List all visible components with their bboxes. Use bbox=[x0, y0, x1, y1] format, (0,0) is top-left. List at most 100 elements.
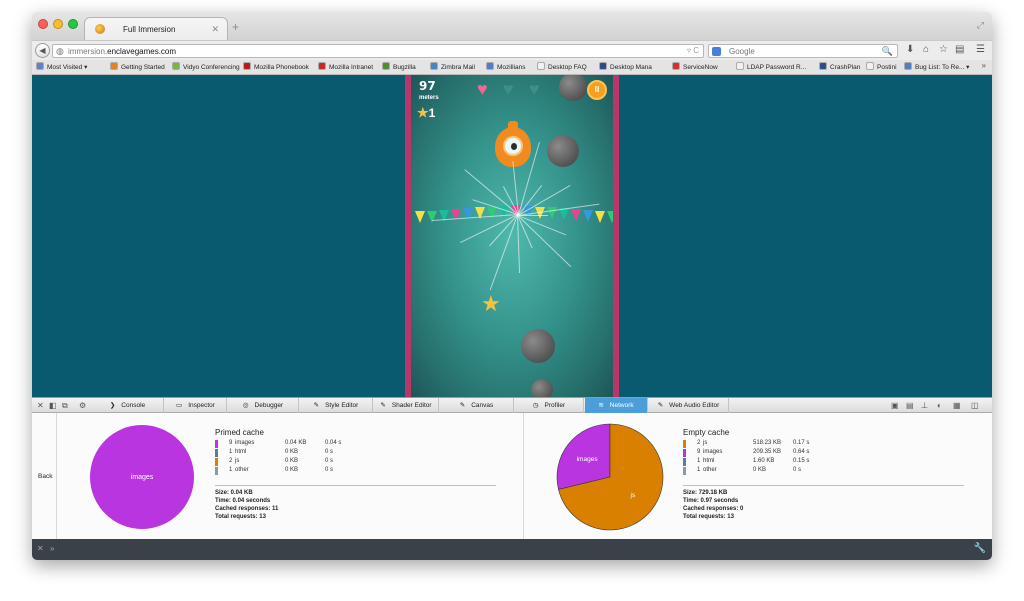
devtools-tab-web-audio-editor[interactable]: ✎ Web Audio Editor bbox=[649, 398, 729, 413]
empty-cached-responses: Cached responses: 0 bbox=[683, 506, 744, 512]
screenshot-icon[interactable]: ▦ bbox=[953, 400, 961, 411]
bookmark-item[interactable]: Most Visited ▾ bbox=[36, 62, 87, 71]
bookmark-label: Bug List: To Re... ▾ bbox=[915, 64, 970, 71]
downloads-icon[interactable]: ⬇ bbox=[906, 44, 914, 55]
maximize-window-button[interactable] bbox=[68, 19, 78, 29]
legend-time: 0.04 s bbox=[325, 440, 342, 446]
bookmark-item[interactable]: Mozilla Intranet bbox=[318, 62, 373, 71]
bookmark-item[interactable]: Vidyo Conferencing bbox=[172, 62, 240, 71]
toggle-layout-icon[interactable]: ◫ bbox=[971, 400, 979, 411]
command-prompt-icon[interactable]: » bbox=[50, 544, 54, 553]
devtools-tab-canvas[interactable]: ✎ Canvas bbox=[440, 398, 514, 413]
bookmark-star-icon[interactable]: ☆ bbox=[939, 44, 948, 55]
bookmark-label: LDAP Password R... bbox=[747, 64, 807, 71]
search-icon[interactable]: 🔍 bbox=[882, 46, 893, 57]
split-console-icon[interactable]: ▤ bbox=[906, 400, 914, 411]
game-canvas[interactable]: 97 meters ★1 ♥ ♥ ♥ II ★ bbox=[405, 75, 619, 397]
firefox-favicon-icon bbox=[95, 24, 105, 34]
dock-side-icon[interactable]: ◧ bbox=[49, 400, 57, 411]
devtools-tab-network[interactable]: ≋ Network bbox=[585, 398, 648, 413]
settings-gear-icon[interactable]: ⚙ bbox=[79, 400, 86, 411]
bookmark-item[interactable]: Mozilla Phonebook bbox=[243, 62, 309, 71]
bookmark-favicon-icon bbox=[866, 62, 874, 70]
tab-close-icon[interactable]: ✕ bbox=[211, 24, 219, 35]
new-tab-button[interactable]: + bbox=[232, 21, 239, 33]
tab-icon: ✎ bbox=[380, 402, 386, 409]
bookmark-item[interactable]: Bugzilla bbox=[382, 62, 416, 71]
tab-full-immersion[interactable]: Full Immersion ✕ bbox=[84, 17, 228, 40]
tab-label: Debugger bbox=[254, 402, 284, 409]
bookmark-item[interactable]: Zimbra Mail bbox=[430, 62, 475, 71]
paint-flashing-icon[interactable]: ⊥ bbox=[921, 400, 928, 411]
minimize-window-button[interactable] bbox=[53, 19, 63, 29]
back-button[interactable]: Back bbox=[38, 473, 52, 480]
bunting-flag bbox=[583, 209, 593, 222]
bookmark-favicon-icon bbox=[243, 62, 251, 70]
search-placeholder: Google bbox=[729, 47, 755, 56]
divider bbox=[683, 485, 964, 486]
bookmark-item[interactable]: CrashPlan bbox=[819, 62, 860, 71]
legend-size: 0 KB bbox=[285, 449, 299, 455]
devtools-tab-inspector[interactable]: ▭ Inspector bbox=[165, 398, 227, 413]
legend-row: 2 js 0 KB 0 s bbox=[215, 458, 385, 467]
search-bar[interactable]: Google 🔍 bbox=[708, 44, 898, 58]
close-icon[interactable]: ✕ bbox=[37, 544, 44, 553]
stars-count: 1 bbox=[428, 106, 436, 120]
legend-size: 0 KB bbox=[753, 467, 767, 473]
responsive-mode-icon[interactable]: ▣ bbox=[891, 400, 899, 411]
reload-icon[interactable]: ▿ C bbox=[687, 46, 699, 55]
close-devtools-icon[interactable]: ✕ bbox=[37, 400, 44, 411]
legend-size: 1.60 KB bbox=[753, 458, 775, 464]
collectible-star-icon: ★ bbox=[481, 291, 501, 316]
bookmark-item[interactable]: Mozillians bbox=[486, 62, 526, 71]
bookmark-favicon-icon bbox=[430, 62, 438, 70]
bookmark-label: Mozilla Phonebook bbox=[254, 64, 309, 71]
bookmark-favicon-icon bbox=[110, 62, 118, 70]
bookmark-item[interactable]: Postini bbox=[866, 62, 897, 71]
bookmarks-overflow-icon[interactable]: » bbox=[982, 61, 986, 70]
legend-type: images bbox=[703, 449, 723, 455]
life-heart-empty-icon: ♥ bbox=[503, 79, 514, 99]
menu-icon[interactable]: ☰ bbox=[976, 44, 985, 55]
legend-type: images bbox=[235, 440, 255, 446]
star-icon: ★ bbox=[417, 105, 429, 120]
url-bar[interactable]: ◍ immersion.enclavegames.com ▿ C bbox=[52, 44, 704, 58]
bookmark-item[interactable]: Getting Started bbox=[110, 62, 165, 71]
bookmark-item[interactable]: Bug List: To Re... ▾ bbox=[904, 62, 969, 71]
legend-swatch bbox=[683, 440, 686, 448]
bookmark-favicon-icon bbox=[819, 62, 827, 70]
distance-score: 97 bbox=[419, 79, 436, 93]
close-window-button[interactable] bbox=[38, 19, 48, 29]
devtools-tab-console[interactable]: ❯ Console bbox=[92, 398, 164, 413]
devtools-tab-debugger[interactable]: ◎ Debugger bbox=[228, 398, 299, 413]
back-button[interactable]: ◀ bbox=[35, 43, 50, 58]
bookmark-item[interactable]: ServiceNow bbox=[672, 62, 718, 71]
bookmark-item[interactable]: Desktop Mana bbox=[599, 62, 652, 71]
devtools-tab-profiler[interactable]: ◷ Profiler bbox=[515, 398, 584, 413]
home-icon[interactable]: ⌂ bbox=[923, 44, 929, 55]
google-engine-icon[interactable] bbox=[712, 47, 721, 56]
legend-time: 0.15 s bbox=[793, 458, 810, 464]
bookmark-item[interactable]: Desktop FAQ bbox=[537, 62, 587, 71]
separate-window-icon[interactable]: ⧉ bbox=[62, 400, 68, 411]
navigation-bar: ◀ ◍ immersion.enclavegames.com ▿ C Googl… bbox=[32, 40, 992, 60]
fullscreen-icon[interactable]: ⤢ bbox=[977, 20, 984, 31]
tab-icon: ✎ bbox=[657, 402, 664, 409]
legend-time: 0 s bbox=[325, 467, 334, 473]
pause-button[interactable]: II bbox=[587, 80, 607, 100]
devtools-tab-shader-editor[interactable]: ✎ Shader Editor bbox=[374, 398, 439, 413]
scratchpad-icon[interactable]: ◐ bbox=[937, 400, 942, 411]
divider bbox=[523, 413, 524, 539]
reader-icon[interactable]: ▤ bbox=[955, 44, 964, 55]
legend-count: 1 bbox=[229, 449, 233, 455]
legend-type: js bbox=[703, 440, 708, 446]
bookmark-favicon-icon bbox=[672, 62, 680, 70]
wrench-icon[interactable]: 🔧 bbox=[974, 543, 986, 554]
devtools-toolbar: ✕ ◧ ⧉ ⚙ ▣ ▤ ⊥ ◐ ▦ ◫ ❯ Console ▭ Inspector ◎ D… bbox=[32, 397, 992, 413]
primed-time: Time: 0.04 seconds bbox=[215, 498, 271, 504]
empty-cache-title: Empty cache bbox=[683, 428, 730, 437]
bookmark-item[interactable]: LDAP Password R... bbox=[736, 62, 806, 71]
legend-size: 0 KB bbox=[285, 467, 299, 473]
legend-swatch bbox=[215, 458, 218, 466]
devtools-tab-style-editor[interactable]: ✎ Style Editor bbox=[300, 398, 373, 413]
